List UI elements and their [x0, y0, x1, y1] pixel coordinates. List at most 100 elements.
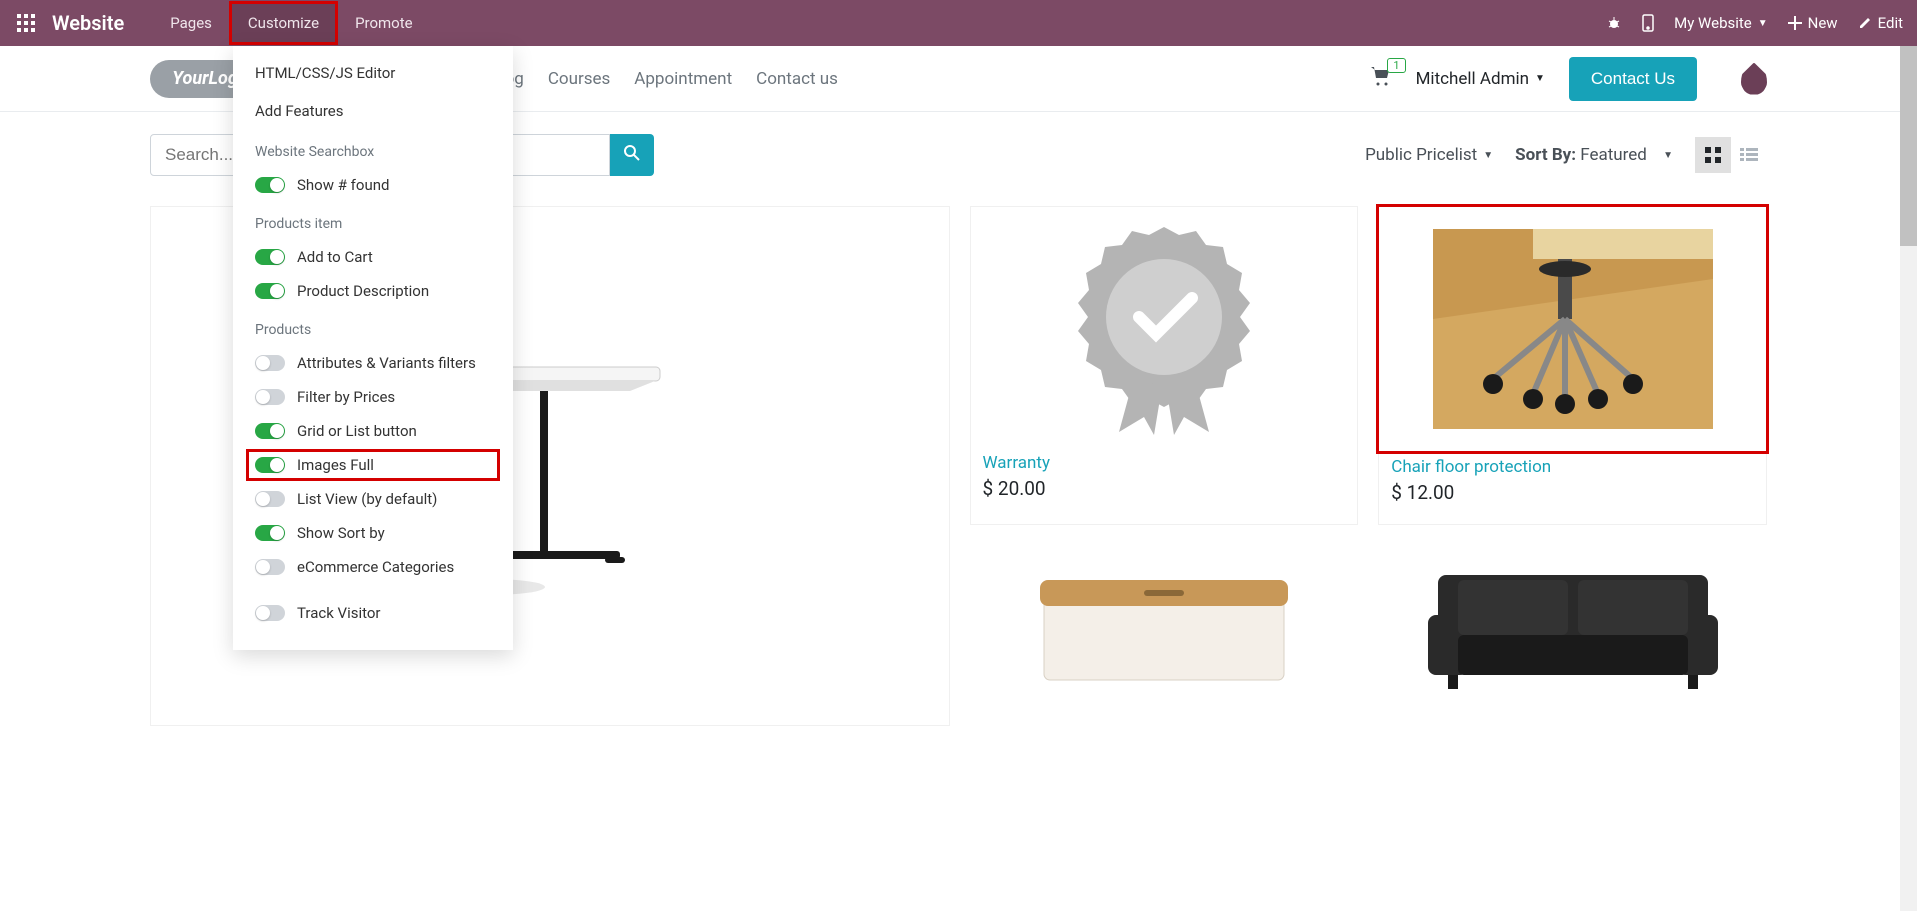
dd-html-editor[interactable]: HTML/CSS/JS Editor [233, 54, 513, 92]
new-button[interactable]: New [1788, 14, 1838, 32]
dd-section-products: Products [233, 308, 513, 346]
dd-label: Grid or List button [297, 422, 417, 440]
toggle-on-icon [255, 177, 285, 193]
scrollbar-thumb[interactable] [1900, 46, 1917, 246]
dd-toggle-images-full[interactable]: Images Full [247, 450, 499, 480]
nav-link-appointment[interactable]: Appointment [634, 69, 732, 89]
dd-toggle-list-view[interactable]: List View (by default) [233, 482, 513, 516]
product-column-right: Warranty $ 20.00 [970, 206, 1768, 726]
toolbar-right: Public Pricelist ▼ Sort By: Featured ▼ [1365, 137, 1767, 173]
chair-image-svg [1433, 229, 1713, 429]
caret-down-icon: ▼ [1483, 150, 1493, 161]
toggle-on-icon [255, 249, 285, 265]
theme-drop-icon[interactable] [1741, 63, 1767, 95]
product-name[interactable]: Warranty [971, 447, 1358, 475]
product-price: $ 20.00 [971, 475, 1358, 502]
product-image [970, 545, 1359, 705]
cart-badge: 1 [1387, 58, 1405, 73]
view-switch [1695, 137, 1767, 173]
dd-label: Filter by Prices [297, 388, 395, 406]
bug-icon[interactable] [1606, 15, 1622, 31]
top-item-promote[interactable]: Promote [337, 2, 431, 44]
dd-section-searchbox: Website Searchbox [233, 130, 513, 168]
top-menu-bar: Website Pages Customize Promote My Websi… [0, 0, 1917, 46]
product-subrow: Warranty $ 20.00 [970, 206, 1768, 525]
dd-toggle-ecom-cat[interactable]: eCommerce Categories [233, 550, 513, 584]
product-card-box[interactable] [970, 545, 1359, 723]
dd-toggle-add-to-cart[interactable]: Add to Cart [233, 240, 513, 274]
new-label: New [1808, 14, 1838, 32]
product-price: $ 12.00 [1379, 479, 1766, 506]
nav-link-contact[interactable]: Contact us [756, 69, 838, 89]
dd-label: Attributes & Variants filters [297, 354, 476, 372]
brand-name[interactable]: Website [52, 11, 124, 35]
toggle-on-icon [255, 423, 285, 439]
user-name: Mitchell Admin [1416, 69, 1529, 89]
edit-button[interactable]: Edit [1858, 14, 1903, 32]
mobile-icon[interactable] [1642, 14, 1654, 32]
dd-toggle-show-sort[interactable]: Show Sort by [233, 516, 513, 550]
toggle-off-icon [255, 389, 285, 405]
dd-label: Product Description [297, 282, 429, 300]
sortby-label: Sort By: [1515, 145, 1576, 165]
apps-icon[interactable] [14, 11, 38, 35]
sortby-dropdown[interactable]: Featured ▼ [1580, 145, 1673, 165]
dd-label: Add to Cart [297, 248, 373, 266]
box-image-svg [1034, 560, 1294, 690]
product-image [1378, 545, 1767, 705]
product-subrow-2 [970, 545, 1768, 723]
toggle-off-icon [255, 605, 285, 621]
product-image [1381, 209, 1764, 449]
dd-label: Images Full [297, 456, 374, 474]
dd-label: Track Visitor [297, 604, 381, 622]
product-card-chairfloor[interactable]: Chair floor protection $ 12.00 [1378, 206, 1767, 525]
caret-down-icon: ▼ [1758, 18, 1768, 29]
toggle-on-icon [255, 283, 285, 299]
nav-link-courses[interactable]: Courses [548, 69, 610, 89]
pricelist-dropdown[interactable]: Public Pricelist ▼ [1365, 145, 1493, 165]
dd-toggle-track-visitor[interactable]: Track Visitor [233, 596, 513, 630]
sortby-value: Featured [1580, 145, 1647, 165]
user-menu[interactable]: Mitchell Admin ▼ [1416, 69, 1545, 89]
toggle-off-icon [255, 355, 285, 371]
sofa-image-svg [1428, 555, 1718, 695]
top-item-pages[interactable]: Pages [152, 2, 230, 44]
edit-label: Edit [1878, 14, 1903, 32]
product-card-sofa[interactable] [1378, 545, 1767, 723]
search-button[interactable] [610, 134, 654, 176]
scrollbar[interactable] [1900, 46, 1917, 911]
toggle-off-icon [255, 491, 285, 507]
dd-label: eCommerce Categories [297, 558, 454, 576]
nav-right: 1 Mitchell Admin ▼ Contact Us [1370, 57, 1767, 101]
dd-toggle-product-desc[interactable]: Product Description [233, 274, 513, 308]
my-website-dropdown[interactable]: My Website ▼ [1674, 14, 1768, 32]
warranty-badge-svg [1064, 217, 1264, 437]
pricelist-label: Public Pricelist [1365, 145, 1477, 165]
dd-toggle-filter-prices[interactable]: Filter by Prices [233, 380, 513, 414]
toggle-on-icon [255, 525, 285, 541]
contact-us-button[interactable]: Contact Us [1569, 57, 1697, 101]
dd-toggle-grid-list[interactable]: Grid or List button [233, 414, 513, 448]
customize-dropdown: HTML/CSS/JS Editor Add Features Website … [233, 46, 513, 650]
dd-toggle-show-found[interactable]: Show # found [233, 168, 513, 202]
product-card-warranty[interactable]: Warranty $ 20.00 [970, 206, 1359, 525]
dd-add-features[interactable]: Add Features [233, 92, 513, 130]
cart-icon[interactable]: 1 [1370, 66, 1392, 91]
toggle-on-icon [255, 457, 285, 473]
dd-label: Show Sort by [297, 524, 385, 542]
caret-down-icon: ▼ [1663, 150, 1673, 161]
list-view-button[interactable] [1731, 137, 1767, 173]
dd-toggle-attr-filters[interactable]: Attributes & Variants filters [233, 346, 513, 380]
top-left: Website Pages Customize Promote [14, 2, 431, 44]
product-image [971, 207, 1358, 447]
dd-section-products-item: Products item [233, 202, 513, 240]
grid-view-button[interactable] [1695, 137, 1731, 173]
toggle-off-icon [255, 559, 285, 575]
product-name[interactable]: Chair floor protection [1379, 451, 1766, 479]
caret-down-icon: ▼ [1535, 73, 1545, 84]
sortby-group: Sort By: Featured ▼ [1515, 145, 1673, 165]
dd-label: Show # found [297, 176, 389, 194]
my-website-label: My Website [1674, 14, 1752, 32]
dd-label: List View (by default) [297, 490, 437, 508]
top-item-customize[interactable]: Customize [230, 2, 337, 44]
